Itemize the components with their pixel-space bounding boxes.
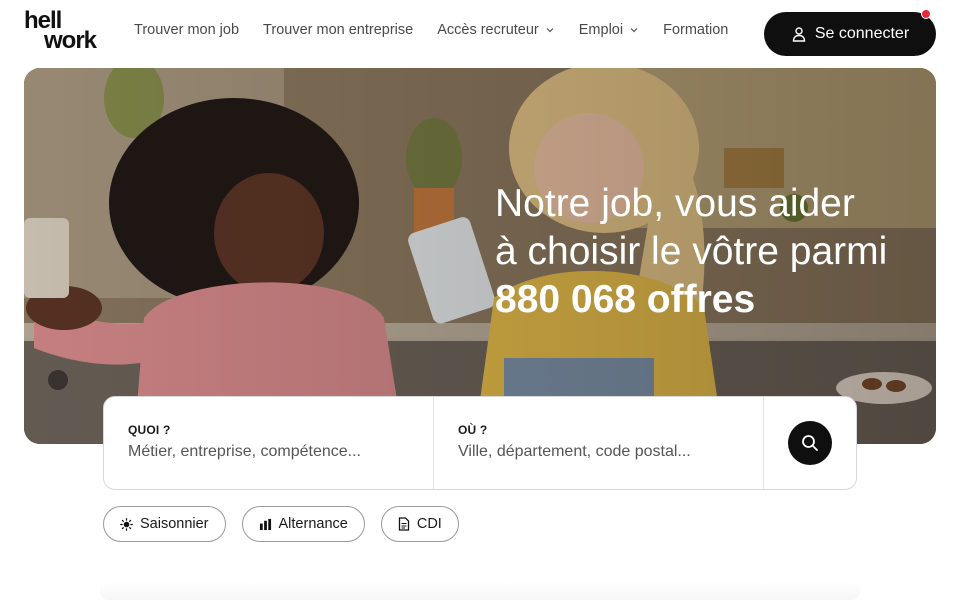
site-header: hell work Trouver mon job Trouver mon en…: [0, 0, 960, 68]
chevron-down-icon: [630, 28, 638, 33]
document-icon: [398, 517, 409, 531]
nav-item-formation[interactable]: Formation: [663, 22, 728, 38]
what-field: QUOI ?: [104, 397, 434, 489]
hellowork-logo[interactable]: hell work: [24, 9, 116, 55]
where-label: OÙ ?: [458, 423, 488, 437]
where-input[interactable]: [458, 443, 739, 461]
nav-item-label: Accès recruteur: [437, 22, 539, 38]
user-icon: [792, 27, 806, 42]
hero-headline: Notre job, vous aider à choisir le vôtre…: [495, 180, 925, 324]
quick-filters: Saisonnier Alternance CDI: [103, 506, 475, 542]
chip-label: Saisonnier: [140, 516, 209, 532]
offers-count: 880 068 offres: [495, 278, 756, 321]
nav-item-label: Formation: [663, 22, 729, 38]
main-nav: Trouver mon job Trouver mon entreprise A…: [134, 22, 752, 38]
nav-item-label: Trouver mon entreprise: [263, 22, 414, 38]
what-input[interactable]: [128, 443, 409, 461]
next-section-edge: [100, 582, 860, 600]
login-button-label: Se connecter: [814, 25, 910, 42]
notification-badge: [921, 9, 931, 19]
nav-item-label: Trouver mon job: [134, 22, 240, 38]
page: hell work Trouver mon job Trouver mon en…: [0, 0, 960, 600]
login-button[interactable]: Se connecter: [764, 12, 936, 56]
nav-item-acces-recruteur[interactable]: Accès recruteur: [437, 22, 555, 38]
what-label: QUOI ?: [128, 423, 171, 437]
hero-headline-line-2: à choisir le vôtre parmi: [495, 230, 888, 273]
nav-item-trouver-mon-entreprise[interactable]: Trouver mon entreprise: [263, 22, 413, 38]
chip-label: Alternance: [278, 516, 348, 532]
nav-item-label: Emploi: [578, 22, 624, 38]
where-field: OÙ ?: [434, 397, 764, 489]
hero-banner: Notre job, vous aider à choisir le vôtre…: [24, 68, 936, 444]
chip-label: CDI: [416, 516, 442, 532]
nav-item-emploi[interactable]: Emploi: [579, 22, 639, 38]
sun-icon: [120, 517, 133, 531]
chip-saisonnier[interactable]: Saisonnier: [103, 506, 226, 542]
job-search-form: QUOI ? OÙ ?: [103, 396, 857, 490]
chip-cdi[interactable]: CDI: [380, 506, 459, 542]
chip-alternance[interactable]: Alternance: [241, 506, 365, 542]
hero-headline-line-1: Notre job, vous aider: [495, 182, 855, 225]
chevron-down-icon: [546, 28, 554, 33]
search-button-container: [764, 397, 856, 489]
search-button[interactable]: [788, 421, 832, 465]
nav-item-trouver-mon-job[interactable]: Trouver mon job: [134, 22, 239, 38]
search-icon: [802, 435, 818, 451]
logo-line-2: work: [44, 27, 97, 54]
chart-bars-icon: [259, 518, 271, 530]
